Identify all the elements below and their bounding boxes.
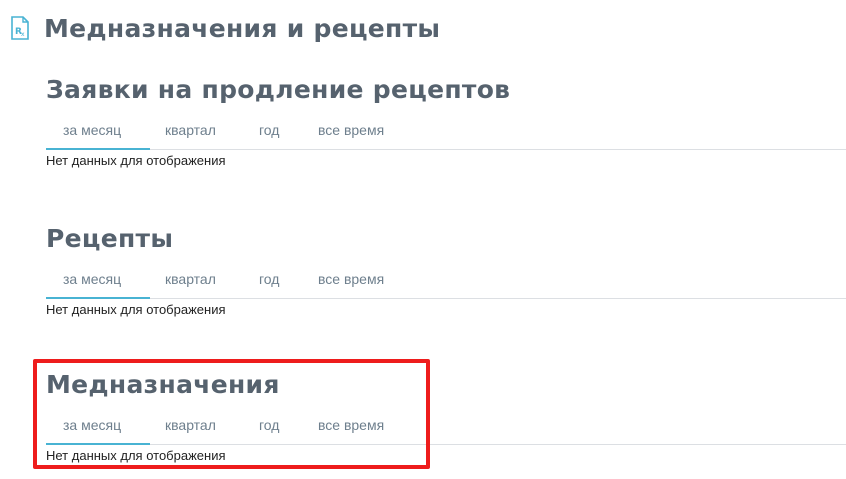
empty-state-text: Нет данных для отображения [46,302,226,317]
tab-year[interactable]: год [259,122,279,138]
page-title: Медназначения и рецепты [44,13,441,43]
tab-month[interactable]: за месяц [63,417,121,433]
tab-all-time[interactable]: все время [318,122,384,138]
tab-quarter[interactable]: квартал [165,271,216,287]
empty-state-text: Нет данных для отображения [46,448,226,463]
tab-quarter[interactable]: квартал [165,417,216,433]
tab-month[interactable]: за месяц [63,122,121,138]
svg-text:x: x [21,31,25,38]
active-tab-indicator [46,443,150,445]
section-medical-prescriptions: Медназначения за месяц квартал год все в… [46,367,846,463]
tab-month[interactable]: за месяц [63,271,121,287]
section-prescriptions: Рецепты за месяц квартал год все время Н… [46,221,846,317]
tab-year[interactable]: год [259,271,279,287]
active-tab-indicator [46,148,150,150]
section-prescription-renewal-requests: Заявки на продление рецептов за месяц кв… [46,72,846,168]
section-title: Заявки на продление рецептов [46,75,511,104]
active-tab-indicator [46,297,150,299]
tab-year[interactable]: год [259,417,279,433]
section-title: Рецепты [46,224,174,253]
period-tabs: за месяц квартал год все время [46,257,846,299]
tab-all-time[interactable]: все время [318,271,384,287]
period-tabs: за месяц квартал год все время [46,108,846,150]
section-title: Медназначения [46,370,280,399]
page-header: R x Медназначения и рецепты [9,10,440,46]
tab-all-time[interactable]: все время [318,417,384,433]
period-tabs: за месяц квартал год все время [46,403,846,445]
empty-state-text: Нет данных для отображения [46,153,226,168]
tab-quarter[interactable]: квартал [165,122,216,138]
prescription-document-icon: R x [11,16,29,40]
